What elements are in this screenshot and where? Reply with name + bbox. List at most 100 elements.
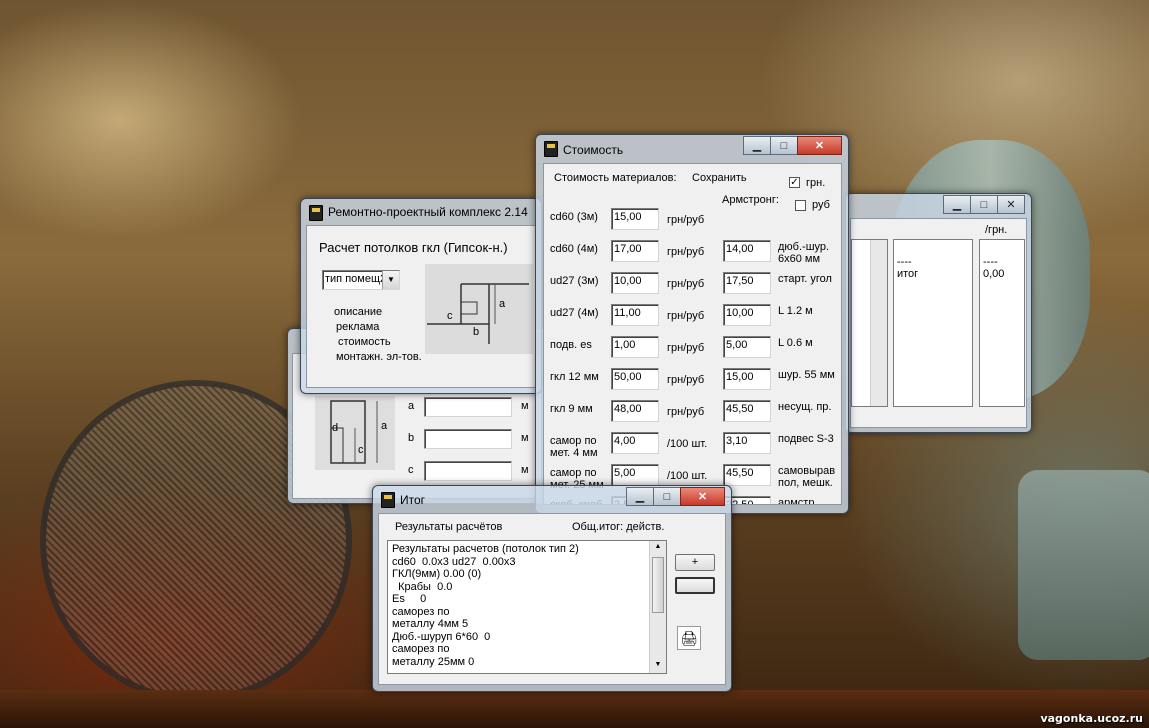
- list-item: ----: [897, 256, 912, 268]
- result-line: саморез по: [392, 643, 450, 655]
- cost-row-unit: грн/руб: [667, 342, 705, 354]
- cost-window-title: Стоимость: [563, 143, 624, 157]
- watermark: vagonka.ucoz.ru: [1040, 712, 1143, 725]
- result-line: cd60 0.0х3 ud27 0.00х3: [392, 555, 516, 568]
- scroll-down-icon[interactable]: ▼: [650, 659, 666, 673]
- cost-row-value-input[interactable]: 48,00: [611, 400, 659, 422]
- room-type-value: тип помещ2: [325, 273, 387, 285]
- minimize-icon[interactable]: ▁: [743, 136, 771, 155]
- back-list-0[interactable]: [851, 239, 888, 407]
- cost-row-value-input[interactable]: 5,00: [611, 464, 659, 486]
- list-item: итог: [897, 268, 919, 280]
- field-c-input[interactable]: [424, 461, 512, 481]
- result-window-client: Результаты расчётов Общ.итог: действ. Ре…: [378, 513, 726, 685]
- field-label-a: a: [408, 400, 415, 412]
- cost-row-value2-input[interactable]: 17,50: [723, 272, 771, 294]
- maximize-icon[interactable]: □: [770, 136, 798, 155]
- back-window-titlebar[interactable]: ▁ □ ✕: [846, 194, 1031, 220]
- diagram-label-c: c: [358, 444, 364, 456]
- menu-item-advert[interactable]: реклама: [336, 321, 379, 333]
- cost-row-unit: грн/руб: [667, 246, 705, 258]
- result-window[interactable]: Итог ▁ □ ✕ Результаты расчётов Общ.итог:…: [372, 485, 732, 692]
- cost-window-titlebar[interactable]: Стоимость ▁ □ ✕: [536, 135, 848, 161]
- cost-row-value2-input[interactable]: 5,00: [723, 336, 771, 358]
- field-unit-c: м: [521, 464, 529, 476]
- app-icon: [544, 141, 558, 157]
- cost-window[interactable]: Стоимость ▁ □ ✕ Стоимость материалов: Со…: [535, 134, 849, 514]
- diagram-label-a: a: [381, 420, 388, 432]
- cost-row-value2-input[interactable]: 14,00: [723, 240, 771, 262]
- field-a-input[interactable]: [424, 397, 512, 417]
- cost-row-label2: армстр. плиты: [778, 497, 818, 505]
- result-window-title: Итог: [400, 493, 426, 507]
- close-icon[interactable]: ✕: [997, 195, 1025, 214]
- result-line: Es 0: [392, 593, 427, 605]
- cost-row-unit: грн/руб: [667, 406, 705, 418]
- result-window-titlebar[interactable]: Итог ▁ □ ✕: [373, 486, 731, 512]
- cost-row-label: подв. es: [550, 339, 592, 351]
- cost-row-value-input[interactable]: 1,00: [611, 336, 659, 358]
- cost-row-value2-input[interactable]: 3,10: [723, 432, 771, 454]
- close-icon[interactable]: ✕: [680, 487, 725, 506]
- main-window-titlebar[interactable]: Ремонтно-проектный комплекс 2.14: [301, 199, 541, 225]
- cost-row-unit: /100 шт.: [667, 438, 708, 450]
- menu-item-mount[interactable]: монтажн. эл-тов.: [336, 351, 422, 363]
- cost-row-value-input[interactable]: 11,00: [611, 304, 659, 326]
- back-window[interactable]: ▁ □ ✕ ---- итог /грн. ---- 0,00: [845, 193, 1032, 433]
- diagram-label-c: c: [447, 310, 453, 322]
- cost-row-value-input[interactable]: 15,00: [611, 208, 659, 230]
- cost-row-value-input[interactable]: 4,00: [611, 432, 659, 454]
- scrollbar[interactable]: [870, 240, 887, 406]
- print-icon[interactable]: 🖨: [677, 626, 701, 650]
- field-unit-a: м: [521, 400, 529, 412]
- ceiling-diagram: a c b: [425, 264, 533, 354]
- results-label: Результаты расчётов: [395, 521, 503, 533]
- cost-row-unit: грн/руб: [667, 374, 705, 386]
- result-line: ГКЛ(9мм) 0.00 (0): [392, 568, 482, 580]
- main-window[interactable]: Ремонтно-проектный комплекс 2.14 Расчет …: [300, 198, 542, 394]
- scroll-thumb[interactable]: [652, 557, 664, 613]
- maximize-icon[interactable]: □: [970, 195, 998, 214]
- cost-row-label2: самовырав пол, мешк.: [778, 465, 836, 489]
- cost-row-unit: грн/руб: [667, 278, 705, 290]
- armstrong-label: Армстронг:: [722, 194, 779, 206]
- cost-row-value2-input[interactable]: 45,50: [723, 464, 771, 486]
- cost-row-value2-input[interactable]: 10,00: [723, 304, 771, 326]
- scrollbar[interactable]: ▲ ▼: [649, 541, 666, 673]
- cost-row-value2-input[interactable]: 15,00: [723, 368, 771, 390]
- menu-item-cost[interactable]: стоимость: [338, 336, 391, 348]
- chevron-down-icon[interactable]: ▼: [382, 271, 399, 289]
- results-list[interactable]: Результаты расчетов (потолок тип 2) cd60 …: [387, 540, 667, 674]
- plus-button[interactable]: +: [675, 554, 715, 571]
- cost-row-value-input[interactable]: 50,00: [611, 368, 659, 390]
- cost-row-label: гкл 9 мм: [550, 403, 593, 415]
- field-b-input[interactable]: [424, 429, 512, 449]
- grn-checkbox[interactable]: ✓: [789, 177, 800, 188]
- back-list-1[interactable]: ---- итог: [893, 239, 973, 407]
- result-line: Дюб.-шуруп 6*60 0: [392, 630, 491, 643]
- cost-row-label2: L 1.2 м: [778, 305, 813, 317]
- close-icon[interactable]: ✕: [797, 136, 842, 155]
- minimize-icon[interactable]: ▁: [943, 195, 971, 214]
- back-list-2[interactable]: ---- 0,00: [979, 239, 1025, 407]
- cost-row-unit: грн/руб: [667, 214, 705, 226]
- cost-row-label: cd60 (4м): [550, 243, 598, 255]
- cost-row-value-input[interactable]: 17,00: [611, 240, 659, 262]
- room-type-select[interactable]: тип помещ2 ▼: [322, 270, 400, 290]
- result-line: саморез по: [392, 605, 450, 618]
- menu-item-description[interactable]: описание: [334, 306, 382, 318]
- cost-row-value2-input[interactable]: 45,50: [723, 400, 771, 422]
- rub-checkbox[interactable]: [795, 200, 806, 211]
- cost-row-unit: грн/руб: [667, 310, 705, 322]
- cost-window-client: Стоимость материалов: Сохранить ✓ грн. А…: [543, 163, 842, 505]
- blank-button[interactable]: [675, 577, 715, 594]
- maximize-icon[interactable]: □: [653, 487, 681, 506]
- main-window-title: Ремонтно-проектный комплекс 2.14: [328, 205, 528, 219]
- cost-row-label2: шур. 55 мм: [778, 369, 835, 381]
- cost-row-label2: несущ. пр.: [778, 401, 832, 413]
- save-link[interactable]: Сохранить: [692, 172, 747, 184]
- minimize-icon[interactable]: ▁: [626, 487, 654, 506]
- cost-row-label2: подвес S-3: [778, 433, 834, 445]
- cost-row-value-input[interactable]: 10,00: [611, 272, 659, 294]
- scroll-up-icon[interactable]: ▲: [650, 541, 666, 555]
